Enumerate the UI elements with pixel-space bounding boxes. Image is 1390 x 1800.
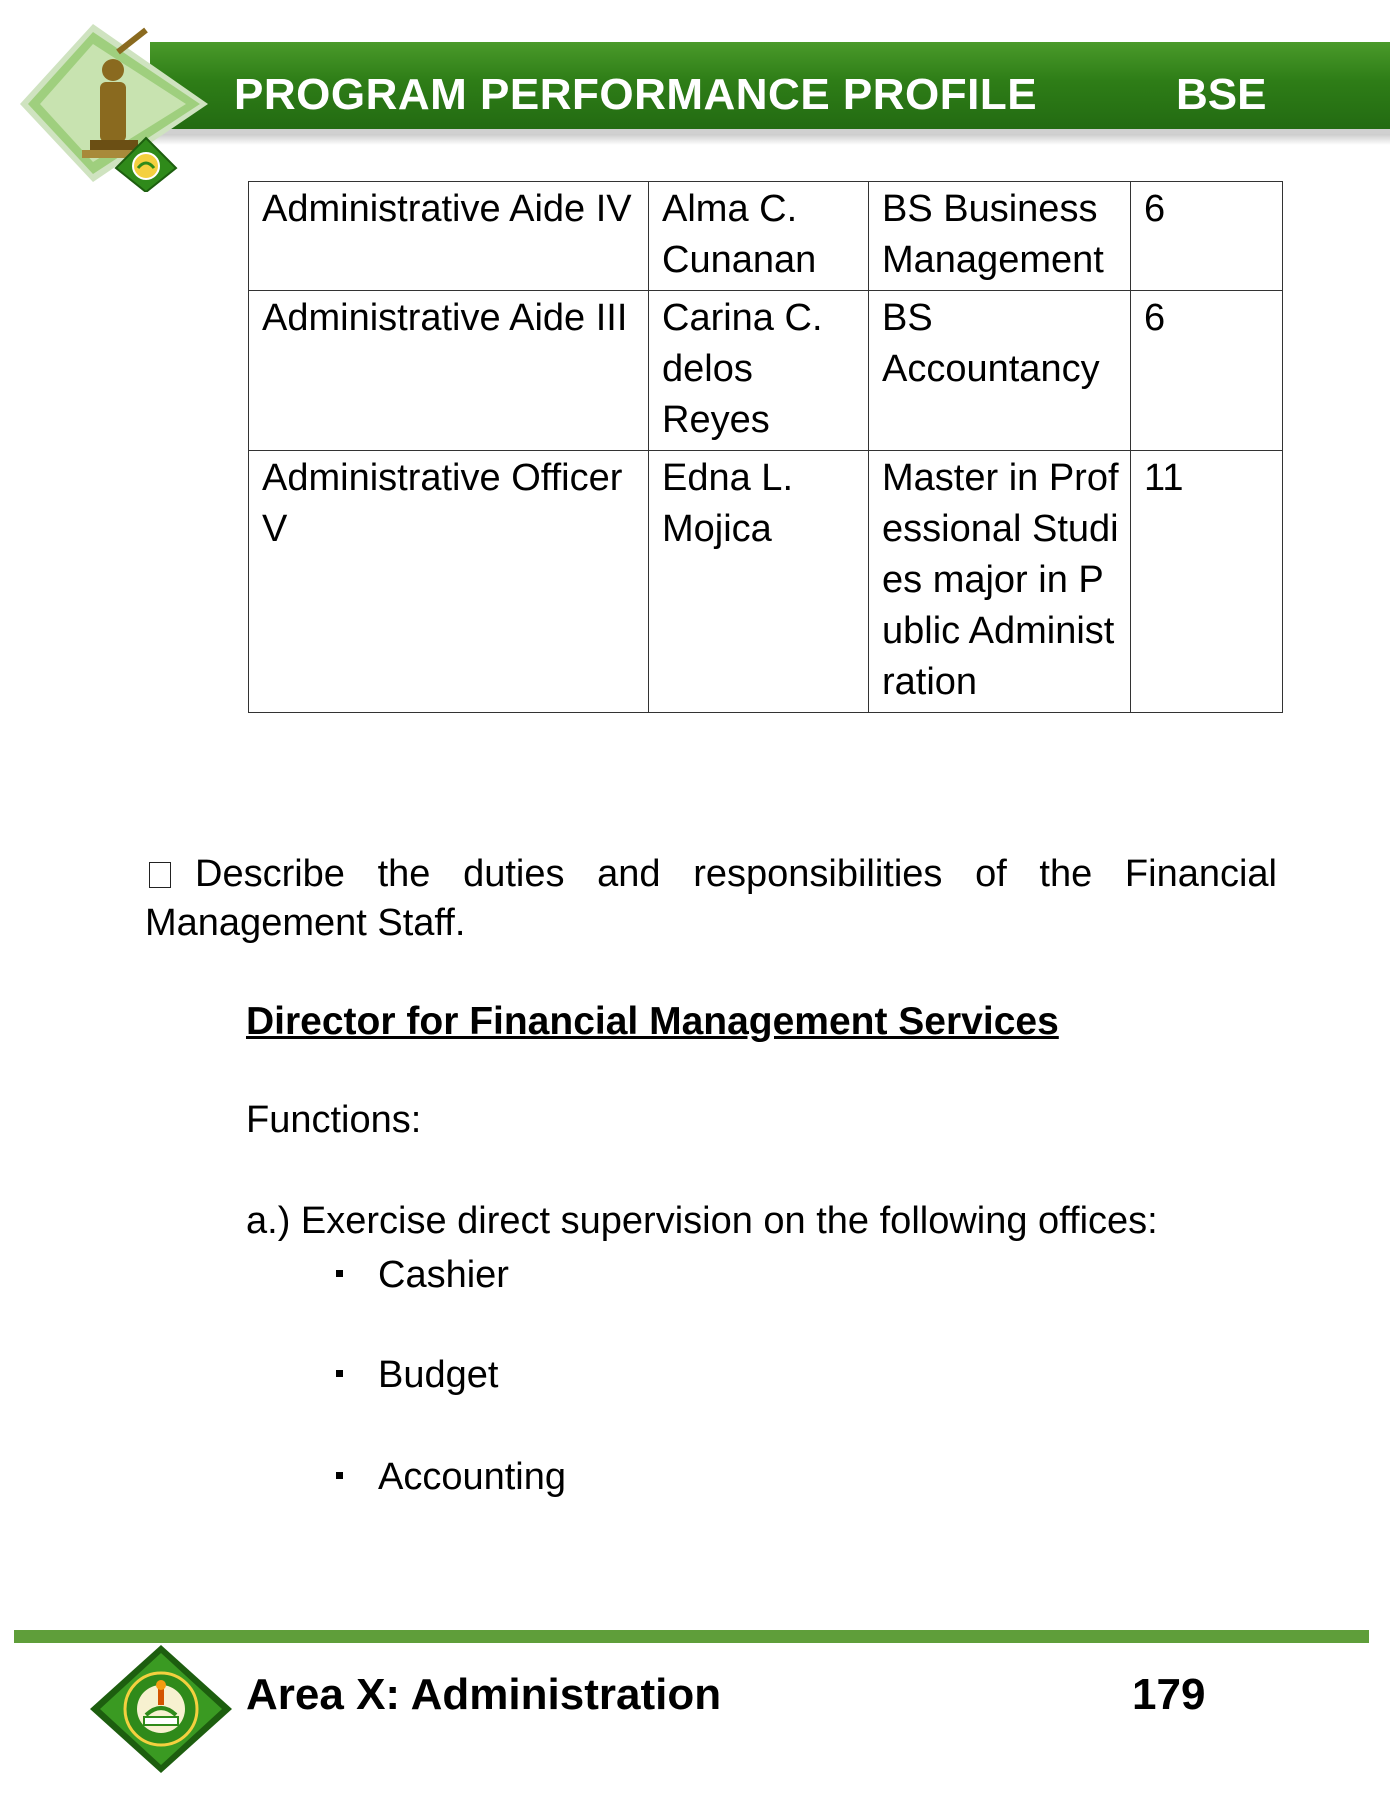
program-code: BSE [1176,70,1267,119]
checkbox-square-icon [149,862,171,888]
functions-label: Functions: [246,1099,422,1141]
name-cell: Edna L. Mojica [648,450,869,713]
question-text: Describe the duties and responsibilities… [145,853,1277,944]
name-cell: Alma C. Cunanan [648,181,869,291]
square-bullet-icon [336,1370,343,1378]
position-cell: Administrative Aide III [248,290,649,451]
list-item: Accounting [336,1456,566,1499]
name-cell: Carina C. delos Reyes [648,290,869,451]
square-bullet-icon [336,1472,343,1480]
footer-area-title: Area X: Administration [246,1670,722,1719]
office-label: Budget [378,1354,499,1396]
position-cell: Administrative Aide IV [248,181,649,291]
section-heading: Director for Financial Management Servic… [246,1000,1059,1043]
years-cell: 6 [1130,290,1283,451]
university-seal-icon [90,1645,232,1773]
table-row: Administrative Aide IV Alma C. Cunanan B… [248,181,1283,291]
education-cell: BS Business Management [868,181,1131,291]
office-label: Cashier [378,1254,509,1296]
table-row: Administrative Officer V Edna L. Mojica … [248,450,1283,713]
staff-table: Administrative Aide IV Alma C. Cunanan B… [248,181,1283,713]
function-item-a: a.) Exercise direct supervision on the f… [246,1200,1158,1242]
university-statue-logo-icon [20,24,208,192]
footer-divider [14,1630,1369,1643]
years-cell: 11 [1130,450,1283,713]
table-row: Administrative Aide III Carina C. delos … [248,290,1283,451]
position-cell: Administrative Officer V [248,450,649,713]
page-number: 179 [1132,1670,1206,1719]
question-paragraph: Describe the duties and responsibilities… [145,850,1277,948]
list-item: Budget [336,1354,498,1397]
square-bullet-icon [336,1270,343,1278]
education-cell: BS Accountancy [868,290,1131,451]
education-cell: Master in Professional Studies major in … [868,450,1131,713]
page-header-title: PROGRAM PERFORMANCE PROFILE [234,70,1038,119]
list-item: Cashier [336,1254,509,1297]
years-cell: 6 [1130,181,1283,291]
office-label: Accounting [378,1456,567,1498]
